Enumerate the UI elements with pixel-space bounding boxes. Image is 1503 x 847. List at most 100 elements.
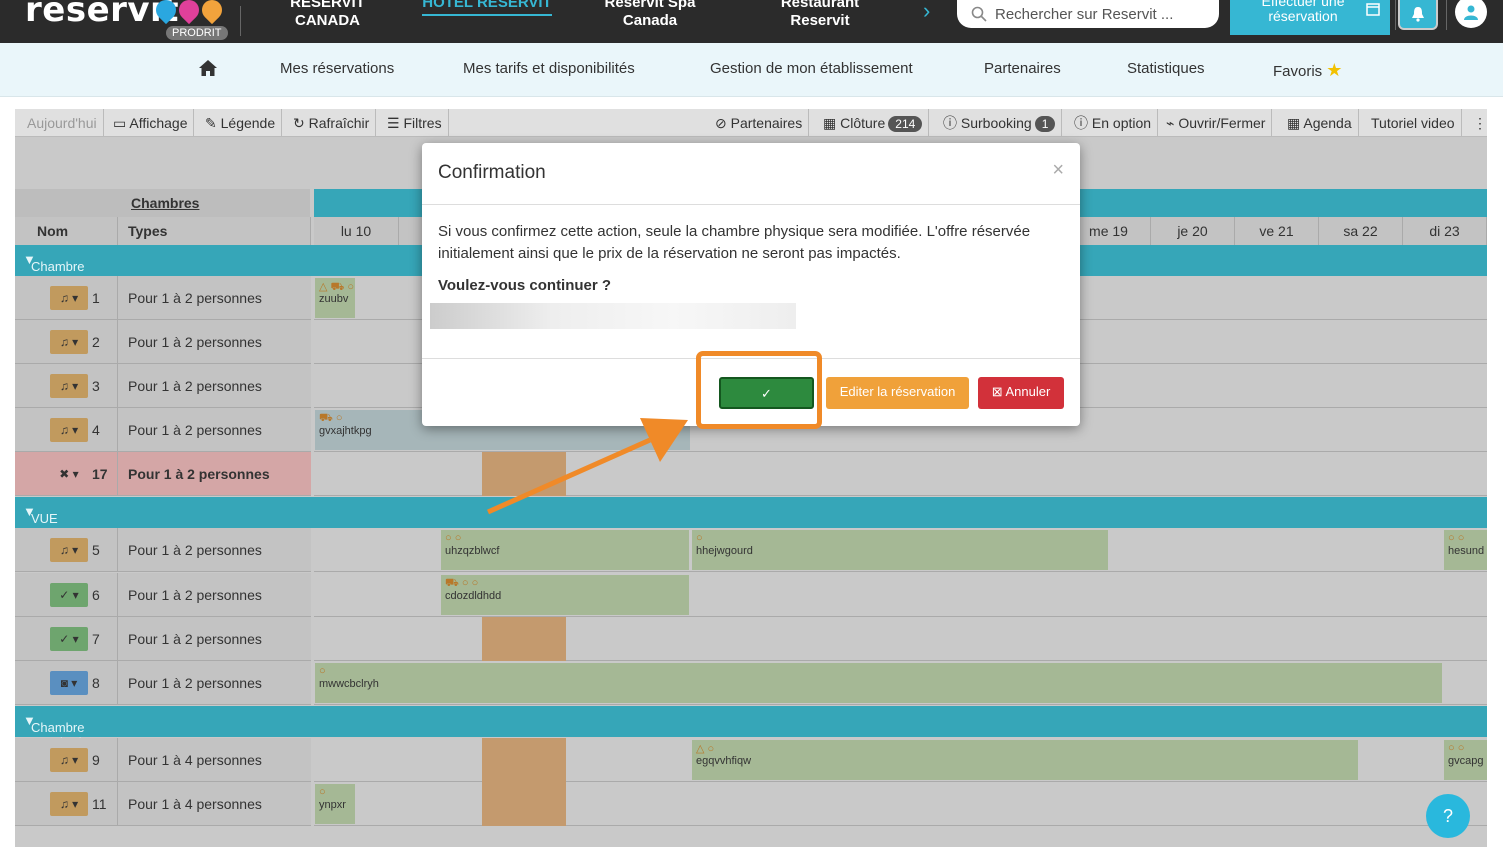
nav-rates-availability[interactable]: Mes tarifs et disponibilités [463, 60, 635, 77]
more-icon[interactable]: ⋮ [1467, 109, 1487, 137]
reservation-icons: △ ○ [696, 743, 715, 755]
closed-block[interactable] [482, 617, 566, 661]
table-row: ✓ ▾ 7 Pour 1 à 2 personnes [15, 617, 1487, 661]
rooms-header-label[interactable]: Chambres [131, 195, 199, 211]
search-placeholder: Rechercher sur Reservit ... [995, 5, 1174, 23]
room-cells[interactable]: △ ○ egqvvhfiqw ○ ○ gvcapg [314, 738, 1487, 782]
reservation-bar[interactable]: △ ⛟ ○ zuubv [315, 278, 355, 318]
cancel-label: Annuler [1005, 384, 1051, 399]
room-status-dropdown[interactable]: ♫ ▾ [50, 538, 88, 562]
room-cells[interactable]: ○ ynpxr [314, 782, 1487, 826]
reservation-bar[interactable]: ○ ○ gvcapg [1444, 740, 1487, 780]
env-badge: PRODRIT [166, 26, 228, 40]
room-status-dropdown[interactable]: ✓ ▾ [50, 583, 88, 607]
room-group[interactable]: ▼ VUE Piscine et Garden 1 Lit avec balco… [15, 497, 1487, 616]
display-button[interactable]: ▭ Affichage [107, 109, 195, 137]
room-status-dropdown[interactable]: ♫ ▾ [50, 748, 88, 772]
room-number: 8 [92, 675, 100, 691]
reservation-bar[interactable]: ○ mwwcbclryh [315, 663, 1442, 703]
col-types: Types [118, 217, 311, 245]
filters-button[interactable]: ☰ Filtres [381, 109, 449, 137]
filter-icon: ☰ [387, 115, 404, 131]
chevron-right-icon[interactable]: › [923, 0, 930, 24]
room-status-dropdown[interactable]: ♫ ▾ [50, 330, 88, 354]
nav-partners[interactable]: Partenaires [984, 60, 1061, 77]
help-button[interactable]: ? [1426, 794, 1470, 838]
closed-block[interactable] [482, 738, 566, 782]
calendar-icon: ▦ [1287, 115, 1304, 131]
overbooking-label: Surbooking [960, 115, 1032, 131]
book-button[interactable]: Effectuer une réservation [1230, 0, 1390, 35]
star-icon: ★ [1326, 60, 1343, 80]
info-icon: ⓘ [1074, 115, 1092, 131]
tab-restaurant[interactable]: Restaurant Reservit [765, 0, 875, 30]
search-input[interactable]: Rechercher sur Reservit ... [957, 0, 1219, 28]
room-status-dropdown[interactable]: ♫ ▾ [50, 792, 88, 816]
reservation-bar[interactable]: ⛟ ○ ○ cdozdldhdd [441, 575, 689, 615]
room-status-dropdown[interactable]: ◙ ▾ [50, 671, 88, 695]
modal-message: Si vous confirmez cette action, seule la… [438, 223, 1031, 262]
refresh-label: Rafraîchir [308, 115, 370, 131]
room-cells[interactable] [314, 617, 1487, 661]
legend-button[interactable]: ✎ Légende [199, 109, 283, 137]
agenda-button[interactable]: ▦ Agenda [1281, 109, 1359, 137]
room-status-dropdown[interactable]: ✖ ▾ [50, 462, 88, 486]
nav-my-reservations[interactable]: Mes réservations [280, 60, 394, 77]
reservation-bar[interactable]: ○ ynpxr [315, 784, 355, 824]
nav-statistics[interactable]: Statistiques [1127, 60, 1205, 77]
partners-button[interactable]: ⊘ Partenaires [709, 109, 810, 137]
nav-favorites[interactable]: Favoris ★ [1273, 60, 1342, 81]
reservation-label: cdozdldhdd [445, 590, 502, 602]
home-icon[interactable] [198, 59, 218, 77]
room-status-dropdown[interactable]: ♫ ▾ [50, 286, 88, 310]
display-label: Affichage [129, 115, 188, 131]
user-menu-button[interactable] [1455, 0, 1487, 28]
tab-reservit-canada[interactable]: RESERVIT CANADA [280, 0, 375, 30]
group-label: ▼ Chambre standard [23, 252, 84, 289]
option-button[interactable]: ⓘ En option [1068, 109, 1159, 137]
reservation-label: gvxajhtkpg [319, 425, 372, 437]
openclose-button[interactable]: ⌁ Ouvrir/Fermer [1160, 109, 1273, 137]
reservation-bar[interactable]: ○ ○ uhzqzblwcf [441, 530, 689, 570]
room-number: 17 [92, 466, 108, 482]
reservation-bar[interactable]: ○ ○ hesund [1444, 530, 1487, 570]
room-status-dropdown[interactable]: ✓ ▾ [50, 627, 88, 651]
today-button[interactable]: Aujourd'hui [21, 109, 104, 137]
room-number: 9 [92, 752, 100, 768]
closed-block[interactable] [482, 782, 566, 826]
reservation-icons: ⛟ ○ ○ [445, 577, 479, 589]
overbooking-button[interactable]: ⓘ Surbooking 1 [937, 109, 1063, 137]
tab-spa[interactable]: Reservit Spa Canada [595, 0, 705, 30]
table-row: ✖ ▾ 17 Pour 1 à 2 personnes [15, 452, 1487, 496]
cancel-button[interactable]: ⊠ Annuler [978, 377, 1064, 409]
room-cells[interactable]: ⛟ ○ ○ cdozdldhdd [314, 573, 1487, 617]
room-group[interactable]: ▼ Chambre standard vue fleuve [15, 706, 1487, 780]
reservation-bar[interactable]: △ ○ egqvvhfiqw [692, 740, 1358, 780]
room-cells[interactable] [314, 452, 1487, 496]
nav-establishment[interactable]: Gestion de mon établissement [710, 60, 913, 77]
room-status-dropdown[interactable]: ♫ ▾ [50, 418, 88, 442]
notifications-button[interactable] [1398, 0, 1438, 30]
room-status-dropdown[interactable]: ♫ ▾ [50, 374, 88, 398]
day-header: ve 21 [1235, 217, 1319, 245]
reservation-bar[interactable]: ○ hhejwgourd [692, 530, 1108, 570]
close-icon[interactable]: × [1052, 159, 1064, 182]
edit-reservation-button[interactable]: Editer la réservation [826, 377, 969, 409]
room-cells[interactable]: ○ mwwcbclryh [314, 661, 1487, 705]
room-cells[interactable]: ○ ○ uhzqzblwcf ○ hhejwgourd ○ ○ hesund [314, 528, 1487, 572]
refresh-button[interactable]: ↻ Rafraîchir [287, 109, 377, 137]
room-type: Pour 1 à 2 personnes [118, 617, 311, 661]
closed-block[interactable] [482, 452, 566, 496]
reservation-label: uhzqzblwcf [445, 545, 500, 557]
openclose-label: Ouvrir/Fermer [1178, 115, 1266, 131]
closure-button[interactable]: ▦ Clôture 214 [817, 109, 930, 137]
tab-hotel-reservit[interactable]: HOTEL RESERVIT [422, 0, 552, 16]
divider [240, 6, 241, 36]
room-name-cell: ♫ ▾ 11 [15, 782, 118, 826]
logo-pins [151, 0, 227, 25]
partners-off-icon: ⊘ [715, 115, 731, 131]
info-icon: ⓘ [943, 115, 961, 131]
reservation-icons: ○ ○ [445, 532, 462, 544]
pin-icon [174, 0, 204, 25]
tutorial-button[interactable]: Tutoriel video [1365, 109, 1462, 137]
